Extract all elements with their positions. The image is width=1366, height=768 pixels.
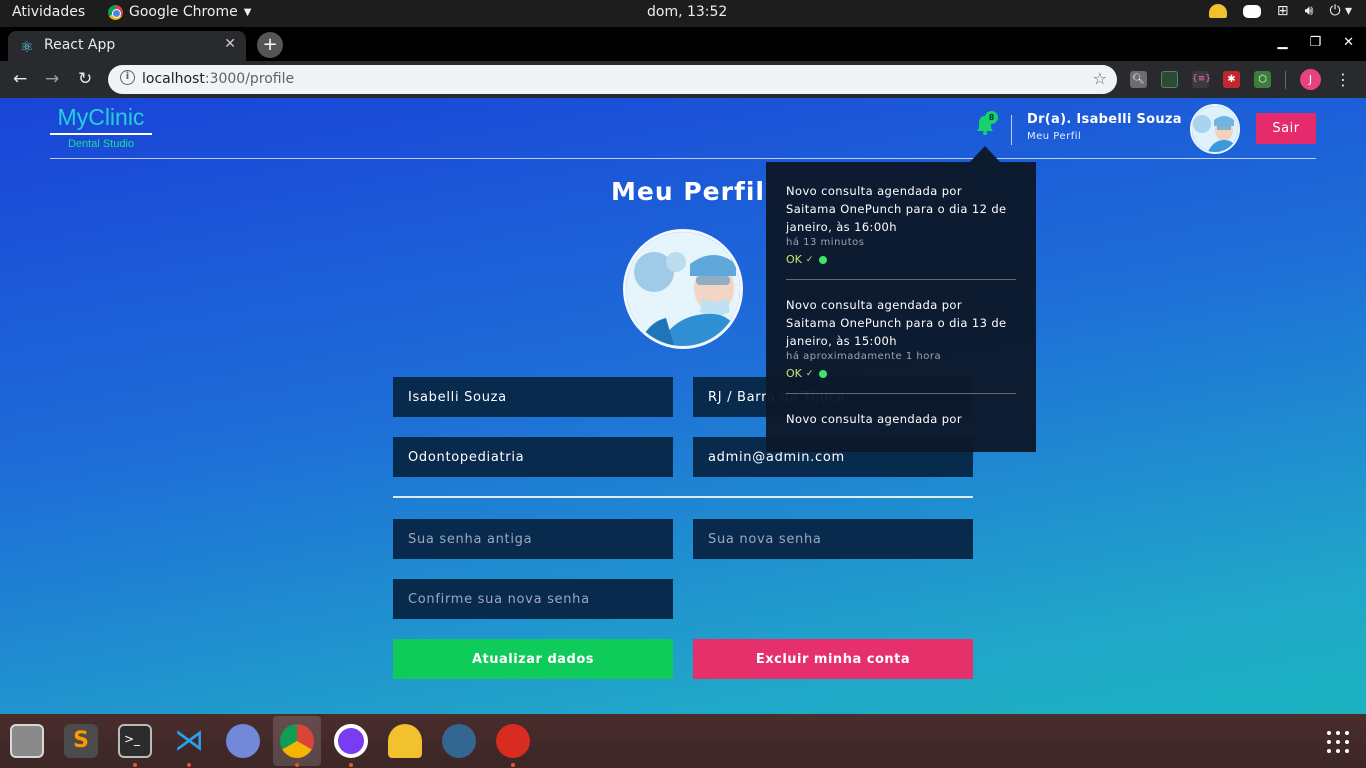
network-icon[interactable]: ⊞ [1277,3,1289,19]
kebab-menu-icon[interactable]: ⋮ [1335,70,1351,89]
chrome-icon [108,4,123,20]
notification-time: há 13 minutos [786,237,865,248]
running-indicator [187,763,191,767]
caret-down-icon: ▼ [243,6,252,18]
brand-subtitle: Dental Studio [67,138,135,150]
unread-dot-icon [819,255,828,264]
my-profile-link[interactable]: Meu Perfil [1027,131,1081,142]
delete-account-button[interactable]: Excluir minha conta [693,639,973,679]
old-password-field[interactable] [393,519,673,559]
terminal-icon[interactable]: >_ [118,724,152,758]
running-indicator [133,763,137,767]
notification-item: Novo consulta agendada por [766,394,1036,428]
address-bar[interactable]: i localhost:3000/profile ☆ [108,65,1117,94]
node-extension-icon[interactable]: ⬡ [1254,71,1271,88]
window-controls: ▁ ❐ ✕ [1277,35,1354,50]
running-indicator [349,763,353,767]
notification-ok-button[interactable]: OK ✓ [786,253,1016,266]
name-field[interactable] [393,377,673,417]
page-title: Meu Perfil [611,177,765,206]
redux-extension-icon[interactable]: ✱ [1223,71,1240,88]
notification-text: Novo consulta agendada por Saitama OnePu… [786,298,1007,348]
pgadmin-icon[interactable] [442,724,476,758]
browser-toolbar: ← → ↻ i localhost:3000/profile ☆ 🔍︎ {≡} … [0,61,1366,98]
brand-name: MyClinic [50,104,152,135]
app-menu-label: Google Chrome [129,4,238,20]
forward-icon[interactable]: → [45,69,59,89]
check-circle-icon: ✓ [805,368,814,379]
header-divider [50,158,1316,159]
inspect-extension-icon[interactable]: 🔍︎ [1130,71,1147,88]
notification-ok-button[interactable]: OK ✓ [786,367,1016,380]
info-icon[interactable]: i [120,70,135,85]
minimize-icon[interactable]: ▁ [1277,35,1287,50]
beekeeper-icon[interactable] [388,724,422,758]
update-data-button[interactable]: Atualizar dados [393,639,673,679]
power-icon[interactable]: ⏻ ▾ [1329,3,1352,19]
header-avatar[interactable] [1190,104,1240,154]
toolbar-separator [1285,70,1286,89]
tab-react-app[interactable]: ⚛ React App ✕ [8,31,246,61]
volume-icon[interactable]: 🔊︎ [1305,3,1314,19]
url-text: localhost:3000/profile [142,71,295,87]
notification-text: Novo consulta agendada por Saitama OnePu… [786,184,1007,234]
reload-icon[interactable]: ↻ [78,69,92,89]
chrome-icon[interactable] [280,724,314,758]
close-tab-icon[interactable]: ✕ [224,36,236,52]
unread-dot-icon [819,369,828,378]
specialty-field[interactable] [393,437,673,477]
ok-label: OK [786,253,802,266]
notification-count-badge: 8 [985,111,998,124]
check-circle-icon: ✓ [805,254,814,265]
taskbar-dock: S >_ ⋊ [0,714,1366,768]
react-icon: ⚛ [20,38,34,56]
brand-logo[interactable]: MyClinic Dental Studio [50,104,152,150]
insomnia-icon[interactable] [334,724,368,758]
app-page: MyClinic Dental Studio 8 Dr(a). Isabelli… [0,98,1366,714]
notification-popover: Novo consulta agendada por Saitama OnePu… [766,162,1036,452]
tab-strip: ⚛ React App ✕ + ▁ ❐ ✕ [0,27,1366,61]
notification-text: Novo consulta agendada por [786,412,962,426]
logout-button[interactable]: Sair [1256,113,1316,144]
extensions-area: 🔍︎ {≡} ✱ ⬡ J ⋮ [1130,69,1351,90]
form-divider [393,496,973,498]
confirm-password-field[interactable] [393,579,673,619]
screen-extension-icon[interactable] [1161,71,1178,88]
notification-time: há aproximadamente 1 hora [786,351,942,362]
running-indicator [511,763,515,767]
bookmark-star-icon[interactable]: ☆ [1093,69,1107,88]
back-icon[interactable]: ← [13,69,27,89]
running-indicator [295,763,299,767]
beekeeper-tray-icon[interactable] [1208,4,1227,18]
profile-avatar[interactable]: J [1300,69,1321,90]
maximize-icon[interactable]: ❐ [1309,35,1321,50]
system-top-bar: Atividades Google Chrome ▼ dom, 13:52 ⊞ … [0,0,1366,27]
profile-photo[interactable] [623,229,743,349]
activities-button[interactable]: Atividades [12,4,85,20]
notification-item: Novo consulta agendada por Saitama OnePu… [766,162,1036,280]
tab-title: React App [44,37,116,53]
notification-item: Novo consulta agendada por Saitama OnePu… [766,280,1036,394]
user-name: Dr(a). Isabelli Souza [1027,112,1182,127]
sublime-text-icon[interactable]: S [64,724,98,758]
vscode-icon[interactable]: ⋊ [172,724,206,758]
header-separator [1011,115,1012,145]
new-tab-button[interactable]: + [257,32,283,58]
discord-icon[interactable] [226,724,260,758]
close-window-icon[interactable]: ✕ [1343,35,1354,50]
ok-label: OK [786,367,802,380]
clock[interactable]: dom, 13:52 [647,4,727,20]
app-menu[interactable]: Google Chrome ▼ [108,4,251,20]
json-extension-icon[interactable]: {≡} [1192,71,1211,88]
notification-bell-icon[interactable]: 8 [975,111,998,136]
notification-popover-arrow [970,146,1000,162]
redis-icon[interactable] [496,724,530,758]
discord-tray-icon[interactable] [1242,4,1261,18]
files-icon[interactable] [10,724,44,758]
system-tray: ⊞ 🔊︎ ⏻ ▾ [1208,3,1352,19]
show-applications-icon[interactable] [1327,731,1349,753]
new-password-field[interactable] [693,519,973,559]
